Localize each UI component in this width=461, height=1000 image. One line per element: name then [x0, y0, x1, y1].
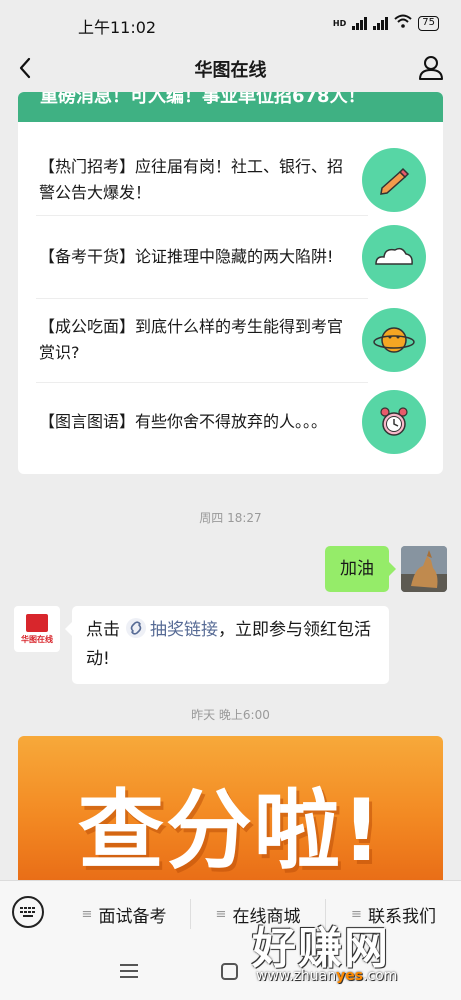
dog-photo-avatar: [401, 546, 447, 592]
chat-timestamp: 周四 18:27: [199, 511, 262, 525]
cloud-icon: [375, 247, 413, 265]
divider: [36, 298, 368, 299]
battery-icon: 75: [418, 15, 439, 31]
banner-headline: 查分啦!: [77, 781, 384, 880]
message-text: 加油: [340, 559, 374, 579]
article-title: 【图言图语】有些你舍不得放弃的人。。。: [39, 412, 328, 431]
article-thumb: [362, 308, 426, 372]
article-item-1[interactable]: 【热门招考】应往届有岗！社工、银行、招警公告大爆发！: [36, 140, 426, 220]
article-title: 【备考干货】论证推理中隐藏的两大陷阱!: [39, 247, 334, 266]
my-avatar[interactable]: [401, 546, 447, 592]
watermark-url: www.zhuanyes.com: [256, 968, 398, 984]
status-time: 上午11:02: [78, 18, 157, 37]
chat-title: 华图在线: [194, 60, 267, 81]
keyboard-toggle-button[interactable]: [12, 896, 44, 928]
avatar-brand-text: 华图在线: [21, 634, 53, 644]
incoming-message-bubble: 点击 抽奖链接，立即参与领红包活动!: [65, 606, 389, 684]
article-item-2[interactable]: 【备考干货】论证推理中隐藏的两大陷阱!: [36, 225, 426, 289]
watermark-logo-text: 好赚网: [252, 923, 390, 974]
person-icon: [419, 56, 443, 80]
article-item-4[interactable]: 【图言图语】有些你舍不得放弃的人。。。: [36, 390, 426, 454]
article-title: 【热门招考】应往届有岗！社工、银行、招警公告大爆发！: [39, 157, 344, 202]
wifi-icon: [394, 14, 412, 32]
chat-timestamp: 昨天 晚上6:00: [191, 708, 270, 722]
status-bar: 上午11:02 HD 75: [0, 0, 461, 46]
site-watermark: 好赚网 www.zhuanyes.com: [252, 912, 452, 998]
article-thumb: [362, 148, 426, 212]
article-thumb: [362, 225, 426, 289]
submenu-icon: ≡: [215, 906, 227, 922]
article-thumb: [362, 390, 426, 454]
profile-button[interactable]: [417, 53, 445, 81]
hd-indicator: HD: [332, 18, 347, 28]
pencil-icon: [380, 167, 410, 195]
lottery-link[interactable]: 抽奖链接: [150, 620, 218, 640]
recent-apps-button[interactable]: [120, 964, 138, 982]
article-title: 【成公吃面】到底什么样的考生能得到考官赏识?: [39, 317, 344, 362]
menu-item-interview-prep[interactable]: ≡ 面试备考: [58, 881, 190, 947]
signal-2-icon: [373, 16, 389, 30]
mini-program-link-icon: [126, 618, 146, 638]
home-button[interactable]: [221, 963, 238, 980]
menu-label: 面试备考: [98, 906, 167, 927]
keyboard-icon: [20, 907, 35, 917]
divider: [36, 382, 368, 383]
article-banner[interactable]: 查分啦!: [18, 736, 443, 880]
article-item-3[interactable]: 【成公吃面】到底什么样的考生能得到考官赏识?: [36, 305, 426, 375]
outgoing-message-bubble[interactable]: 加油: [325, 546, 396, 592]
planet-icon: [373, 327, 415, 353]
huatu-logo-icon: [26, 613, 48, 632]
submenu-icon: ≡: [81, 906, 93, 922]
nav-bar: 华图在线: [0, 46, 461, 90]
card-header-banner[interactable]: 重磅消息！可入编！事业单位招678人！: [18, 92, 443, 122]
divider: [36, 215, 368, 216]
message-prefix: 点击: [86, 620, 120, 640]
signal-icon: [352, 16, 368, 30]
status-icons: HD 75: [333, 14, 439, 32]
alarm-clock-icon: [380, 407, 408, 436]
official-account-avatar[interactable]: 华图在线: [14, 606, 60, 652]
